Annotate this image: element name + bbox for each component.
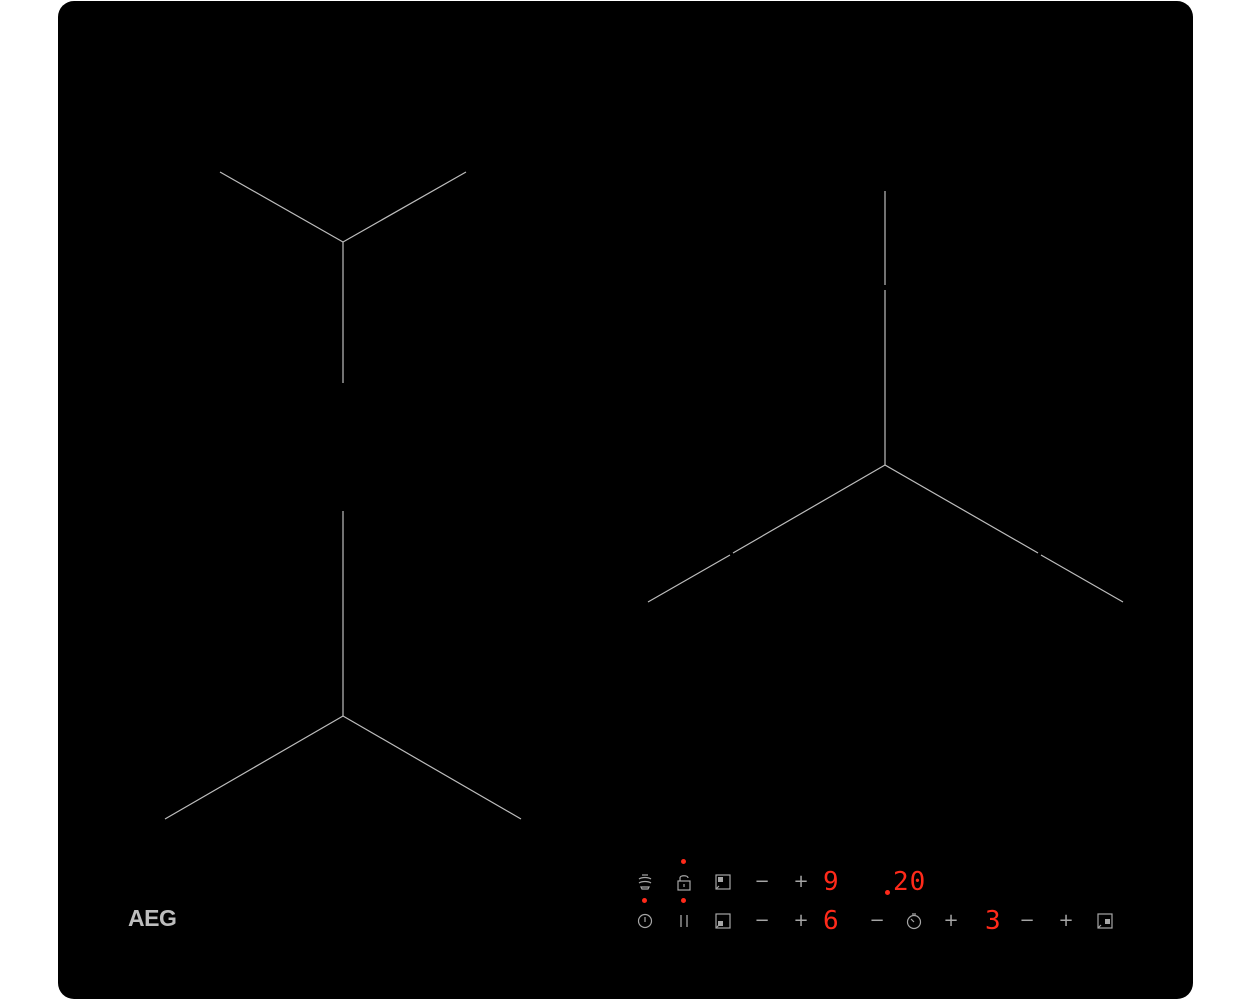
- zone-b-minus-button[interactable]: −: [749, 908, 775, 934]
- zone-b-power-display: 6: [823, 906, 840, 936]
- zone-right-marking: [647, 191, 1124, 603]
- zone-select-icon[interactable]: [710, 908, 736, 934]
- timer-indicator-led: [885, 890, 890, 895]
- power-icon[interactable]: [632, 908, 658, 934]
- lock-icon[interactable]: [671, 869, 697, 895]
- power-indicator-led: [642, 898, 647, 903]
- zone-a-plus-button[interactable]: +: [788, 869, 814, 895]
- zone-select-icon[interactable]: [710, 869, 736, 895]
- zone-b-plus-button[interactable]: +: [788, 908, 814, 934]
- zone-front-left-marking: [219, 171, 467, 383]
- timer-minus-button[interactable]: −: [864, 908, 890, 934]
- timer-icon[interactable]: [901, 908, 927, 934]
- timer-plus-button[interactable]: +: [938, 908, 964, 934]
- cooking-zone-markings: [164, 171, 1124, 820]
- zone-a-minus-button[interactable]: −: [749, 869, 775, 895]
- zone-c-power-display: 3: [985, 906, 1002, 936]
- zone-c-plus-button[interactable]: +: [1053, 908, 1079, 934]
- zone-c-minus-button[interactable]: −: [1014, 908, 1040, 934]
- hob2hood-icon[interactable]: [632, 869, 658, 895]
- brand-logo: AEG: [128, 905, 177, 931]
- zone-select-icon[interactable]: [1092, 908, 1118, 934]
- zone-a-power-display: 9: [823, 867, 840, 897]
- pause-indicator-led: [681, 898, 686, 903]
- pause-icon[interactable]: [671, 908, 697, 934]
- timer-display: 20: [893, 867, 927, 897]
- zone-rear-left-marking: [164, 511, 522, 820]
- lock-indicator-led: [681, 859, 686, 864]
